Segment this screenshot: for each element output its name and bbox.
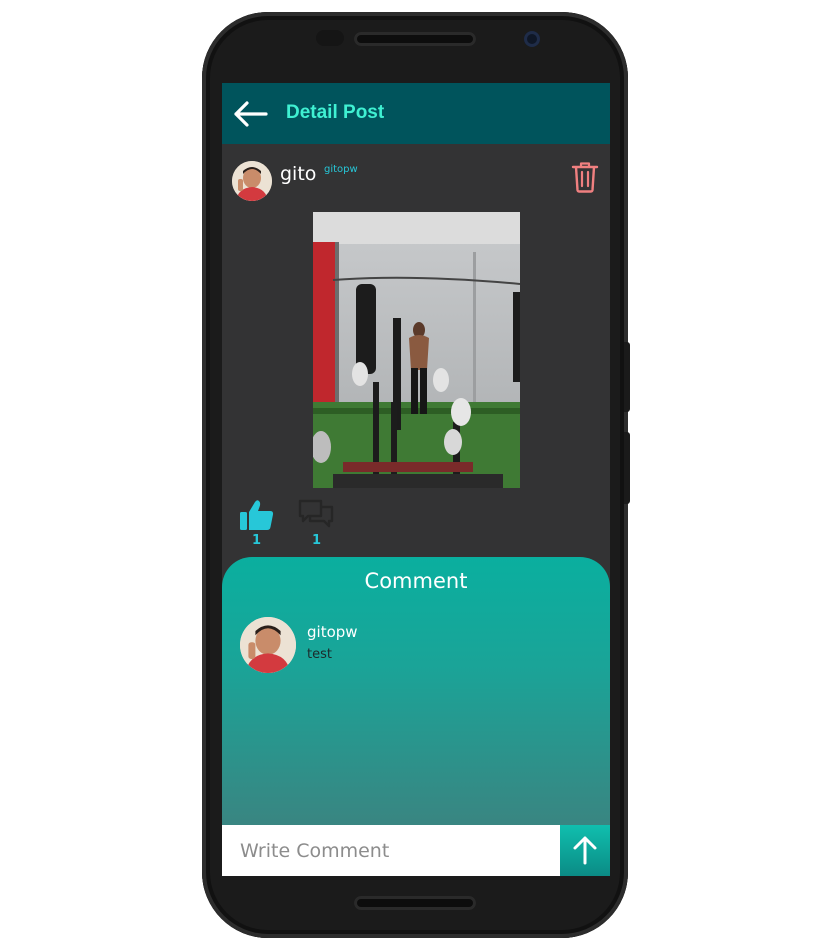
author-handle: gitopw [324,164,358,175]
commenter-avatar[interactable] [240,617,296,673]
comment-panel-title: Comment [364,569,468,593]
avatar-image [232,161,272,201]
gym-mirror-selfie-photo [311,212,521,488]
arrow-up-icon [573,836,597,865]
front-camera [524,31,540,47]
avatar-image [240,617,296,673]
arrow-left-icon [234,101,268,127]
author-avatar[interactable] [232,161,272,201]
post-author-row: gito gitopw [232,161,602,203]
comment-button[interactable] [298,498,334,532]
earpiece-speaker [354,32,476,46]
volume-button [624,342,630,412]
chat-bubbles-icon [298,499,334,528]
app-bar: Detail Post [222,83,610,144]
like-count: 1 [252,533,262,548]
comment-item: gitopw test [240,617,590,675]
trash-icon [571,162,599,193]
send-comment-button[interactable] [560,825,610,876]
page-title: Detail Post [286,102,385,123]
delete-post-button[interactable] [570,160,600,194]
back-button[interactable] [232,99,268,129]
proximity-sensor [316,30,344,46]
app-screen: Detail Post gito gitopw 1 1 Comment gito… [222,83,610,876]
comment-count: 1 [312,533,322,548]
comment-input[interactable] [222,825,560,876]
comment-panel: Comment gitopw test [222,557,610,827]
bottom-speaker [354,896,476,910]
power-button [624,432,630,504]
author-name: gito [280,163,317,185]
post-image[interactable] [311,212,521,488]
comment-composer [222,825,610,876]
like-button[interactable] [239,498,275,532]
comment-text: test [307,647,332,662]
comment-username: gitopw [307,623,358,641]
thumbs-up-icon [240,500,274,530]
